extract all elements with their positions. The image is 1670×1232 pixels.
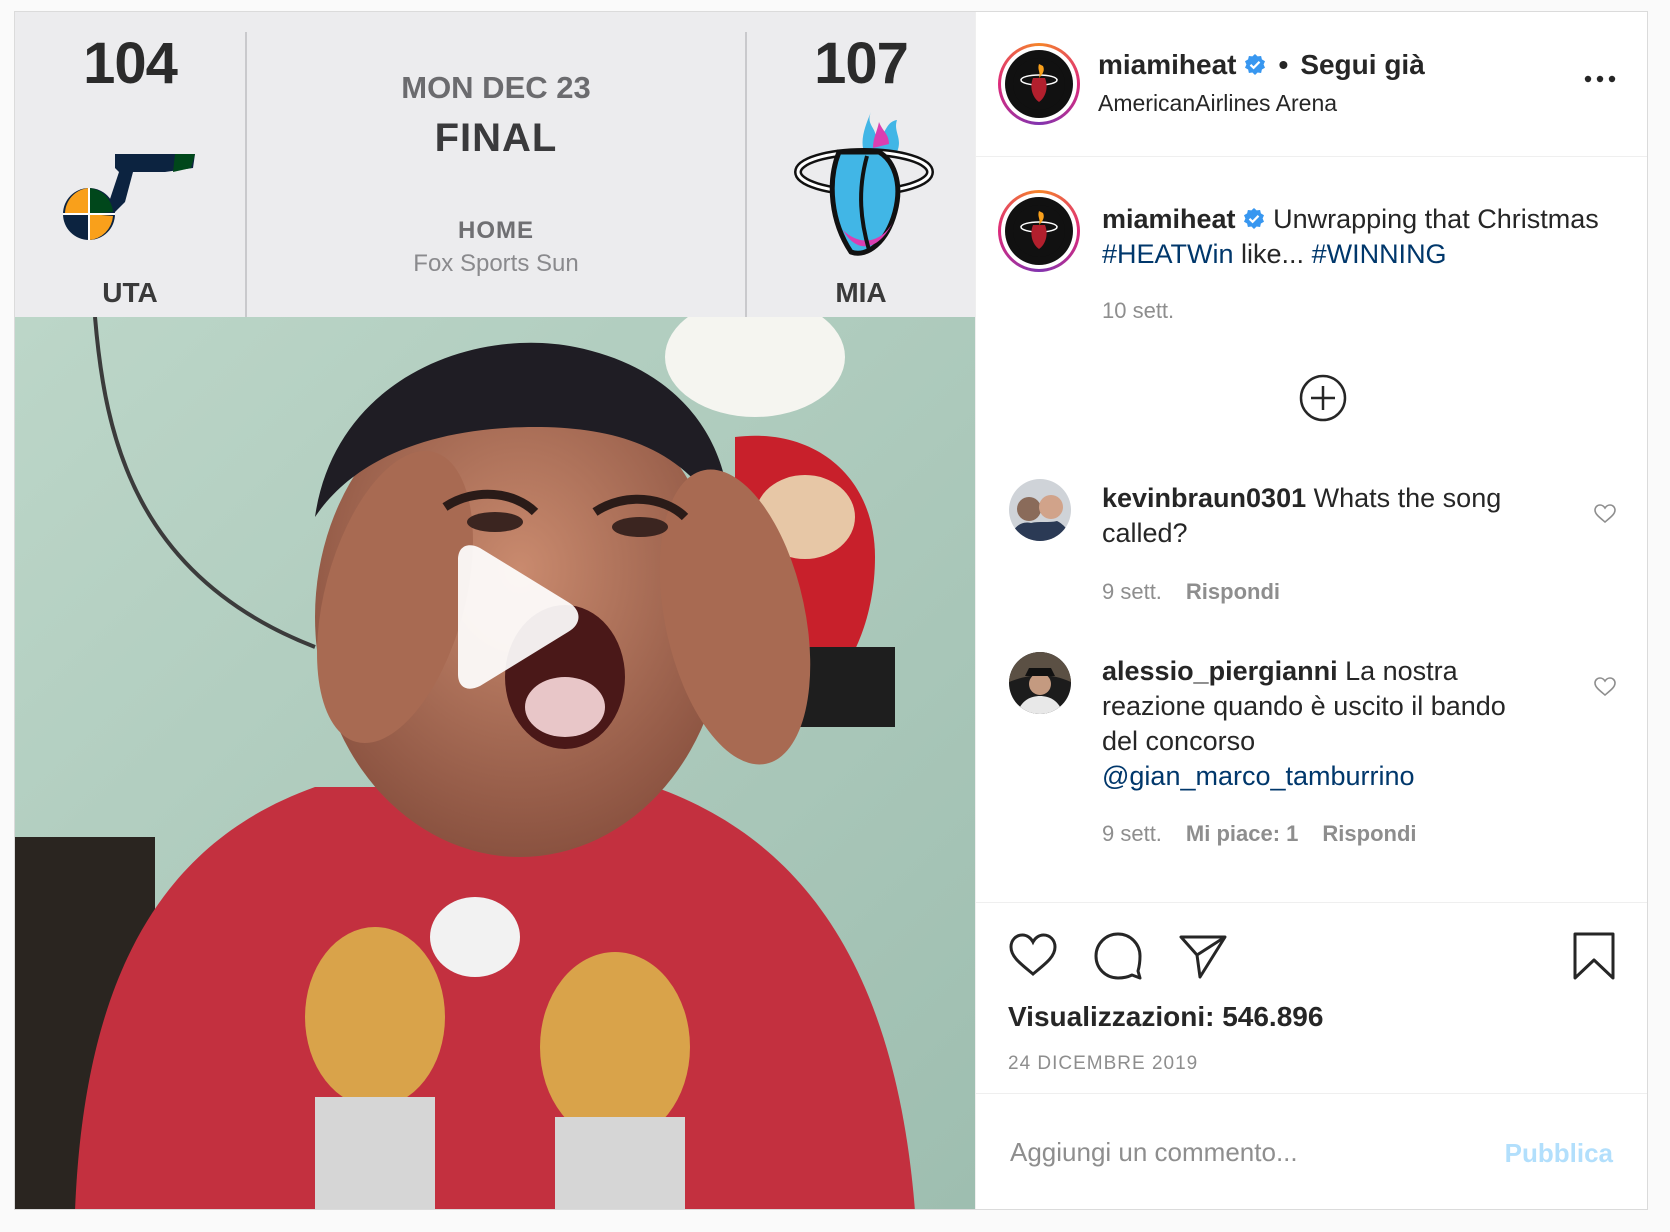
avatar[interactable] [1009,652,1071,714]
away-abbr: UTA [102,277,158,308]
home-abbr: MIA [835,277,887,308]
post-header: miamiheat • Segui già AmericanAirlines Are… [976,12,1647,157]
share-paper-plane-icon[interactable] [1178,931,1228,981]
game-info: MON DEC 23 FINAL HOME Fox Sports Sun [247,12,745,317]
tv-network: Fox Sports Sun [413,250,579,277]
action-bar: Visualizzazioni: 546.896 24 DICEMBRE 201… [976,902,1647,1092]
miami-heat-avatar-icon [1013,205,1065,257]
play-icon[interactable] [440,542,590,692]
avatar[interactable] [1009,479,1071,541]
location-link[interactable]: AmericanAirlines Arena [1098,90,1337,117]
reply-button[interactable]: Rispondi [1322,821,1416,846]
following-button[interactable]: Segui già [1300,49,1424,80]
post-media[interactable]: 104 UTA MON DEC 23 FINAL HOME Fox Sports… [15,12,975,1209]
miami-heat-logo-icon [794,112,934,256]
username-link[interactable]: miamiheat [1098,49,1237,80]
more-options-icon[interactable] [1583,72,1617,86]
game-date: MON DEC 23 [401,70,591,105]
post-sidebar: miamiheat • Segui già AmericanAirlines Are… [975,12,1647,1209]
verified-badge-icon [1243,208,1264,229]
utah-jazz-logo-icon [63,154,195,240]
game-status: FINAL [434,116,558,160]
caption-text: miamiheat Unwrapping that Christmas #HEA… [1102,202,1612,272]
like-comment-heart-icon[interactable] [1593,675,1617,699]
header-line: miamiheat • Segui già [1098,49,1425,81]
save-bookmark-icon[interactable] [1569,931,1619,981]
caption-text-part: like... [1233,239,1312,269]
header-separator: • [1278,49,1289,80]
instagram-post: 104 UTA MON DEC 23 FINAL HOME Fox Sports… [14,11,1648,1210]
reply-button[interactable]: Rispondi [1186,579,1280,604]
publish-button[interactable]: Pubblica [1505,1138,1613,1169]
comment-bubble-icon[interactable] [1093,931,1143,981]
hashtag-link[interactable]: #HEATWin [1102,239,1234,269]
comment-meta: 9 sett. Mi piace: 1 Rispondi [1102,821,1441,847]
comment-time[interactable]: 9 sett. [1102,821,1162,846]
add-comment-bar: Pubblica [976,1093,1647,1209]
comments-area[interactable]: miamiheat Unwrapping that Christmas #HEA… [976,158,1647,902]
caption-username[interactable]: miamiheat [1102,204,1236,234]
comment-username[interactable]: kevinbraun0301 [1102,483,1306,513]
comment-likes[interactable]: Mi piace: 1 [1186,821,1298,846]
away-score: 104 [83,31,178,96]
home-label: HOME [458,217,534,244]
home-team: 107 MIA [747,12,975,317]
comment-meta: 9 sett. Rispondi [1102,579,1304,605]
mention-link[interactable]: @gian_marco_tamburrino [1102,761,1415,791]
home-score: 107 [814,31,909,96]
comment-text: kevinbraun0301 Whats the song called? [1102,481,1542,551]
like-heart-icon[interactable] [1008,931,1058,981]
post-date[interactable]: 24 DICEMBRE 2019 [1008,1053,1198,1075]
view-count[interactable]: Visualizzazioni: 546.896 [1008,1001,1323,1033]
hashtag-link[interactable]: #WINNING [1312,239,1447,269]
away-team: 104 UTA [15,12,245,317]
avatar[interactable] [998,190,1080,272]
caption-text-part: Unwrapping that Christmas [1273,204,1599,234]
caption-meta: 10 sett. [1102,298,1198,324]
verified-badge-icon [1244,54,1265,75]
like-comment-heart-icon[interactable] [1593,502,1617,526]
comment-input[interactable] [1010,1130,1490,1174]
caption-time[interactable]: 10 sett. [1102,298,1174,323]
avatar[interactable] [998,43,1080,125]
miami-heat-avatar-icon [1013,58,1065,110]
load-more-comments-icon[interactable] [1298,373,1348,423]
comment-username[interactable]: alessio_piergianni [1102,656,1338,686]
video-frame[interactable] [15,317,975,1209]
comment-time[interactable]: 9 sett. [1102,579,1162,604]
comment-text: alessio_piergianni La nostra reazione qu… [1102,654,1542,794]
scoreboard-graphic: 104 UTA MON DEC 23 FINAL HOME Fox Sports… [15,12,975,317]
